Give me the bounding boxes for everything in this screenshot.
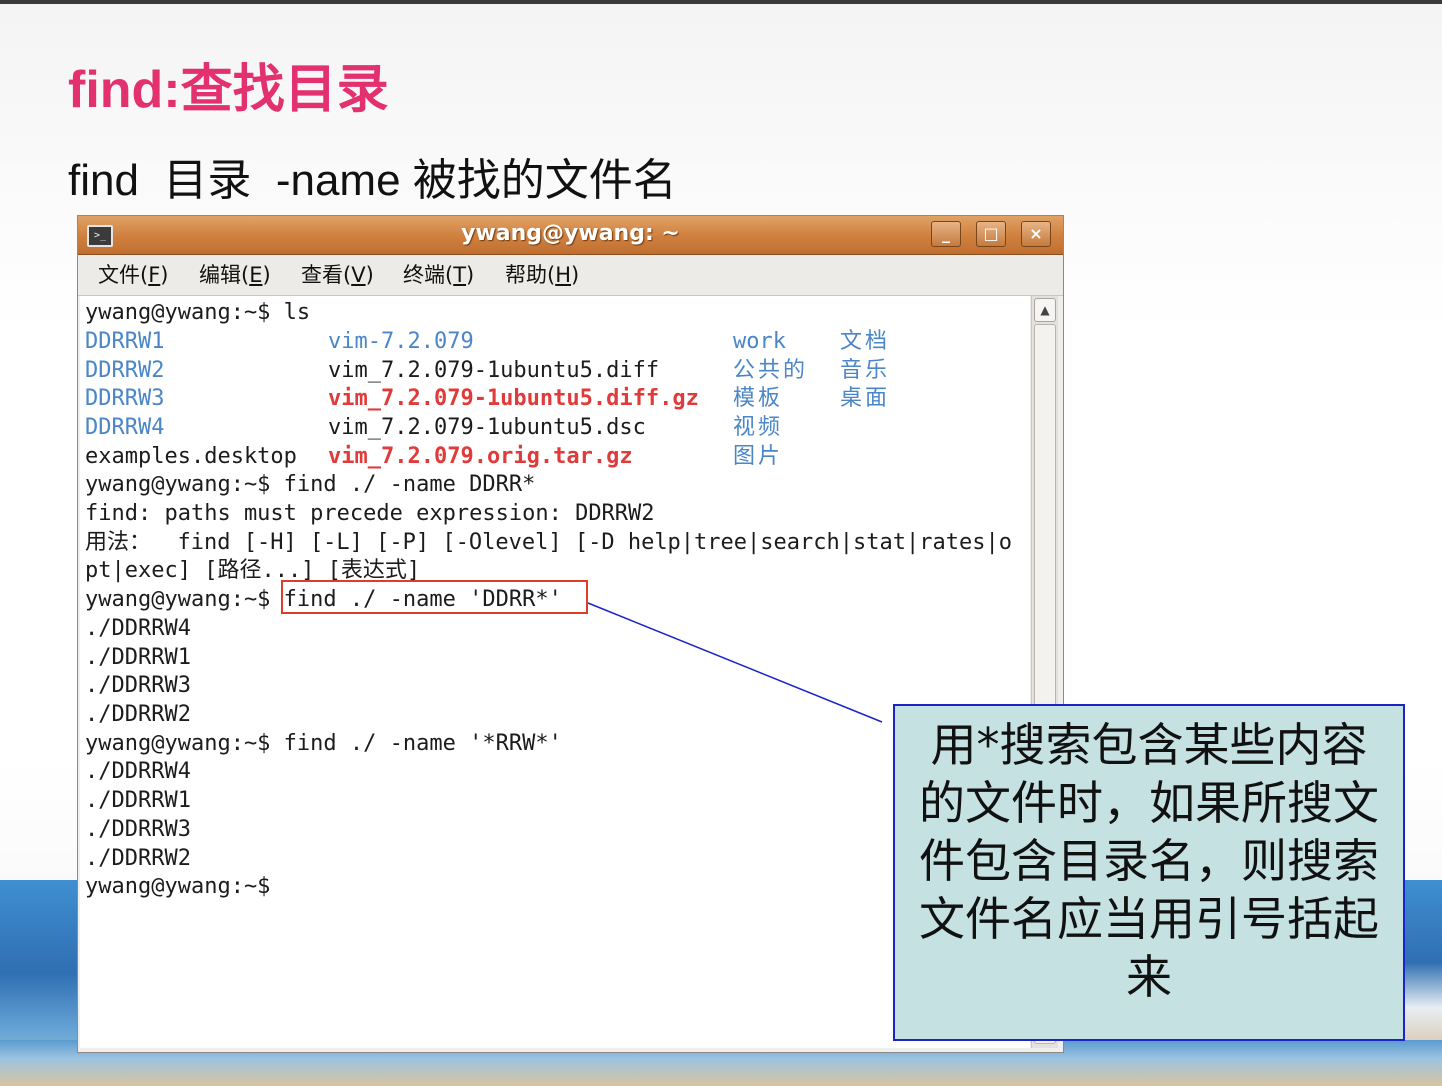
callout-note: 用*搜索包含某些内容的文件时，如果所搜文件包含目录名，则搜索文件名应当用引号括起… — [893, 704, 1405, 1041]
callout-connector-line — [587, 602, 883, 723]
